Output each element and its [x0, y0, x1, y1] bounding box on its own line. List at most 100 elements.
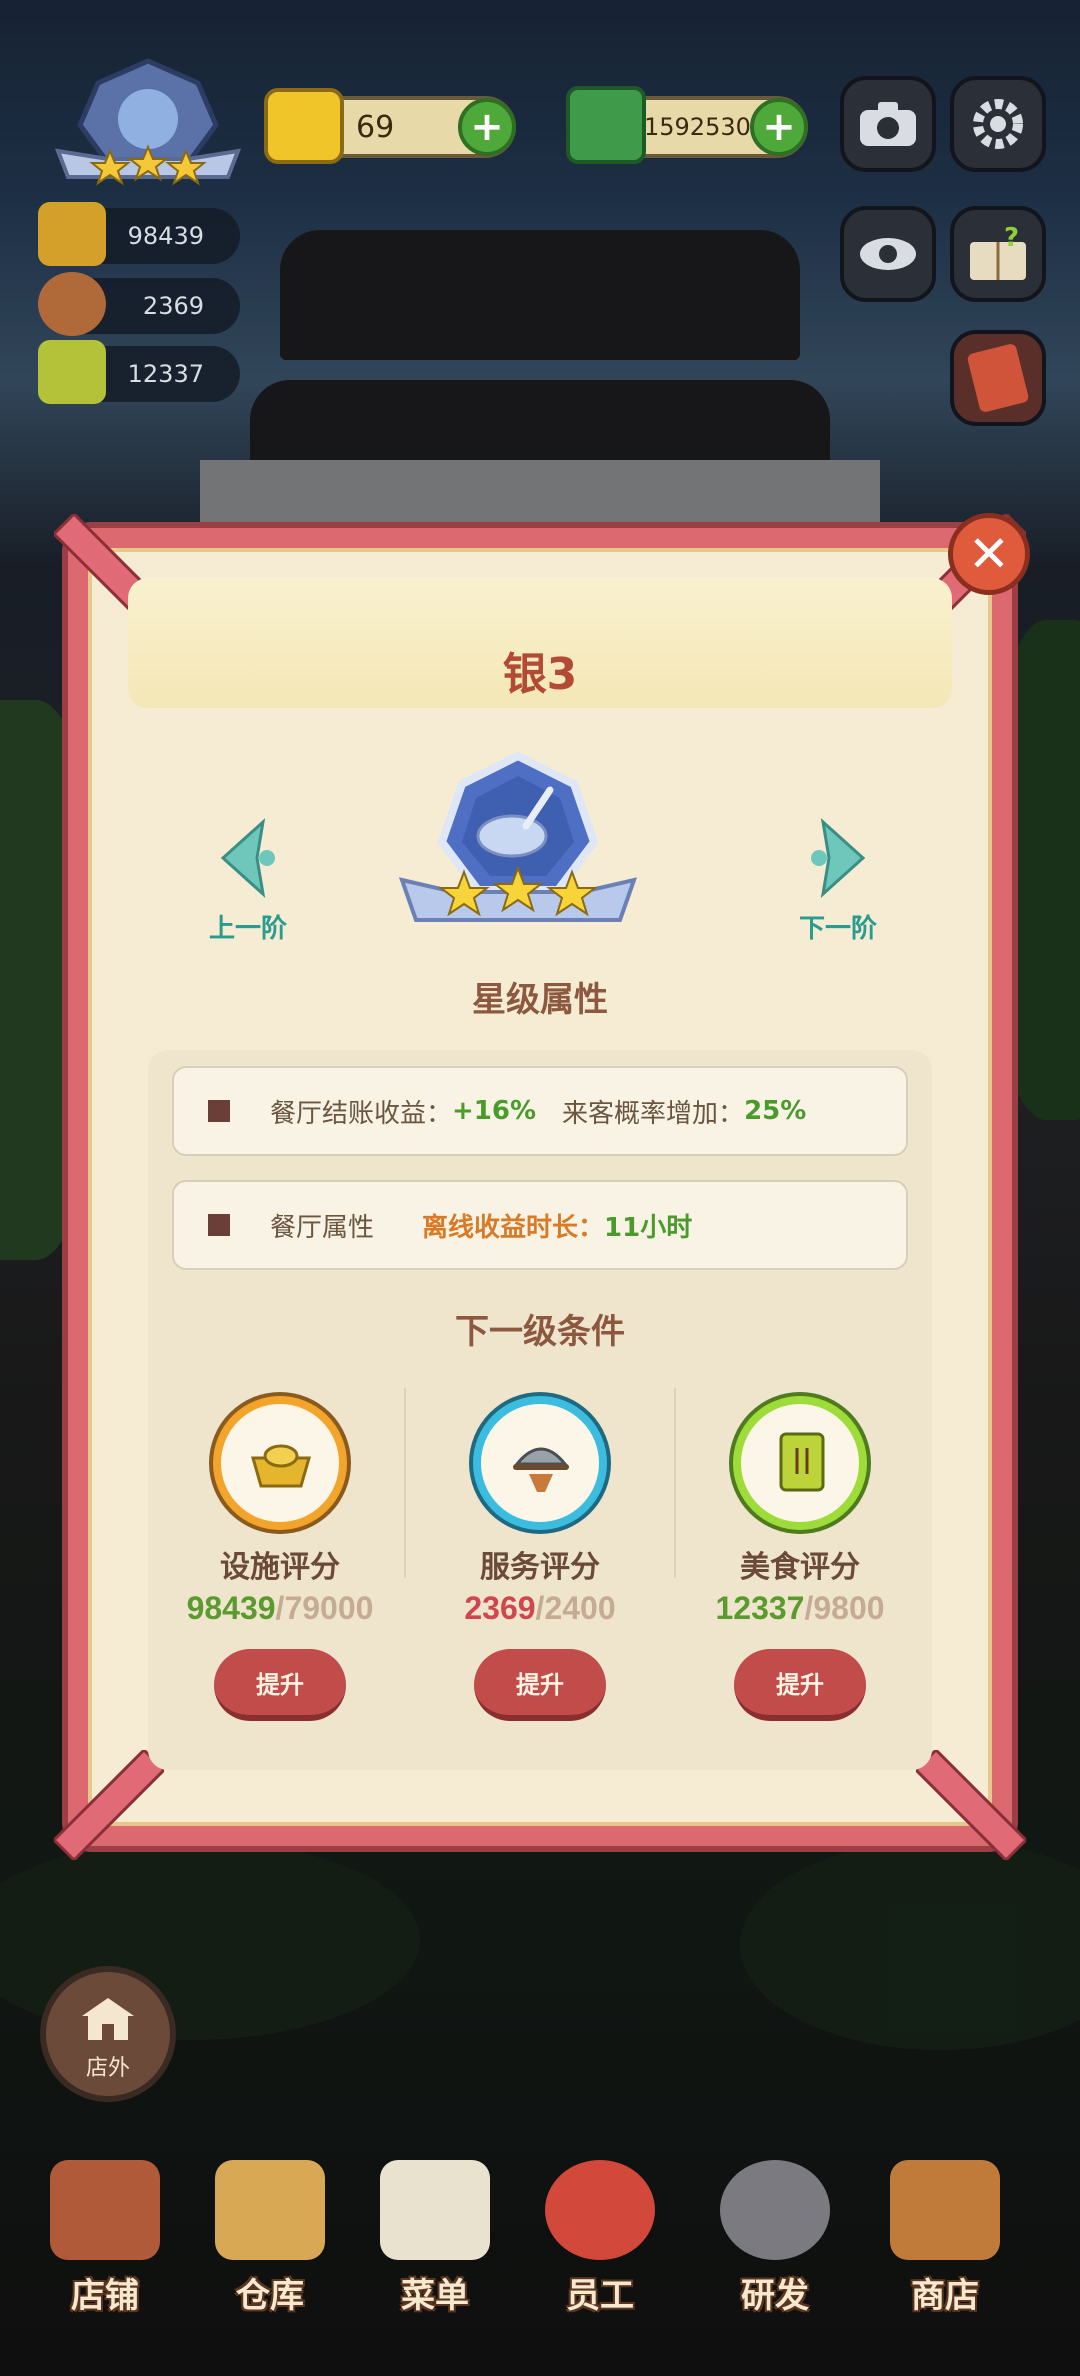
- arrow-left-icon: [220, 818, 275, 898]
- gold-ingot-icon: [251, 1444, 311, 1488]
- help-book-icon: ?: [970, 224, 1026, 280]
- house-icon: [82, 1998, 134, 2040]
- facility-score-value: 98439: [127, 222, 204, 250]
- nav-staff[interactable]: 员工: [525, 2160, 675, 2340]
- add-gems-button[interactable]: +: [458, 98, 516, 156]
- offline-duration-value: 11小时: [604, 1212, 693, 1243]
- upgrade-food-button[interactable]: 提升: [734, 1649, 866, 1721]
- clipboard-icon: [380, 2160, 490, 2260]
- facility-current: 98439: [186, 1590, 276, 1626]
- nav-shop-front[interactable]: 店铺: [30, 2160, 180, 2340]
- attribute-row-offline: 餐厅属性 离线收益时长： 11小时: [172, 1180, 908, 1270]
- food-progress: 12337/9800: [680, 1590, 920, 1627]
- nav-label: 菜单: [401, 2276, 469, 2316]
- visitor-chance-label: 来客概率增加：: [562, 1098, 745, 1129]
- nav-menu[interactable]: 菜单: [360, 2160, 510, 2340]
- food-ring: [733, 1396, 867, 1530]
- chef-avatar-icon: [545, 2160, 655, 2260]
- corner-ribbon: [916, 1750, 1026, 1860]
- nav-label: 员工: [566, 2276, 634, 2316]
- upgrade-service-button[interactable]: 提升: [474, 1649, 606, 1721]
- close-icon: ✕: [968, 525, 1010, 583]
- nav-warehouse[interactable]: 仓库: [195, 2160, 345, 2340]
- bullet-square: [208, 1100, 230, 1122]
- prev-rank-label: 上一阶: [208, 914, 287, 944]
- prev-rank-button[interactable]: 上一阶: [188, 818, 308, 945]
- column-divider: [674, 1388, 676, 1578]
- svg-text:?: ?: [1004, 224, 1019, 253]
- guide-button[interactable]: ?: [950, 206, 1046, 302]
- restaurant-rank-badge[interactable]: [48, 55, 248, 195]
- service-score-pill: 2369: [38, 272, 240, 336]
- facility-progress: 98439/79000: [160, 1590, 400, 1627]
- nav-research[interactable]: 研发: [700, 2160, 850, 2340]
- recipe-book-icon: [779, 1432, 825, 1492]
- close-button[interactable]: ✕: [948, 513, 1030, 595]
- food-score-pill: 12337: [38, 340, 240, 404]
- visitor-chance-value: 25%: [744, 1096, 807, 1126]
- outside-label: 店外: [85, 2056, 130, 2081]
- settings-button[interactable]: [950, 76, 1046, 172]
- cash-icon: [566, 86, 646, 164]
- storefront-icon: [50, 2160, 160, 2260]
- recipe-book-icon: [38, 340, 106, 404]
- rank-title: 银3: [502, 649, 578, 700]
- checkout-income-label: 餐厅结账收益：: [270, 1098, 453, 1129]
- eye-icon: [860, 238, 916, 270]
- corner-ribbon: [54, 1750, 164, 1860]
- nav-label: 商店: [911, 2276, 979, 2316]
- service-current: 2369: [464, 1590, 536, 1626]
- facility-target: /79000: [275, 1590, 374, 1626]
- service-progress: 2369/2400: [420, 1590, 660, 1627]
- silver-rank-emblem-icon: [398, 751, 638, 922]
- gem-value: 69: [356, 109, 395, 145]
- facility-ring: [213, 1396, 347, 1530]
- req-facility: 设施评分 98439/79000 提升: [160, 1396, 400, 1721]
- outside-view-button[interactable]: 店外: [40, 1966, 176, 2102]
- order-book-icon: [966, 342, 1030, 414]
- bullet-square: [208, 1214, 230, 1236]
- camera-button[interactable]: [840, 76, 936, 172]
- service-target: /2400: [535, 1590, 616, 1626]
- restaurant-attr-label: 餐厅属性: [270, 1212, 375, 1243]
- arrow-right-icon: [811, 818, 866, 898]
- order-book-button[interactable]: [950, 330, 1046, 426]
- food-score-label: 美食评分: [740, 1550, 860, 1585]
- cash-value: 15925303: [644, 113, 767, 141]
- service-score-label: 服务评分: [480, 1550, 600, 1585]
- cash-counter[interactable]: 15925303 +: [566, 86, 808, 164]
- req-food: 美食评分 12337/9800 提升: [680, 1396, 920, 1721]
- attribute-row-income: 餐厅结账收益： +16% 来客概率增加： 25%: [172, 1066, 908, 1156]
- gem-icon: [264, 88, 344, 164]
- facility-score-label: 设施评分: [220, 1550, 340, 1585]
- add-cash-button[interactable]: +: [750, 98, 808, 156]
- visibility-button[interactable]: [840, 206, 936, 302]
- nav-label: 店铺: [71, 2276, 139, 2316]
- wok-icon: [720, 2160, 830, 2260]
- star-attributes-heading: 星级属性: [472, 980, 608, 1020]
- checkout-income-value: +16%: [452, 1096, 537, 1126]
- cloche-icon: [38, 272, 106, 336]
- camera-icon: [860, 102, 916, 146]
- next-rank-label: 下一阶: [798, 914, 877, 944]
- gear-icon: [973, 99, 1023, 149]
- nav-label: 研发: [741, 2276, 809, 2316]
- facility-score-pill: 98439: [38, 202, 240, 266]
- food-score-value: 12337: [127, 360, 204, 388]
- nav-store[interactable]: 商店: [870, 2160, 1020, 2340]
- crate-icon: [215, 2160, 325, 2260]
- nav-label: 仓库: [236, 2276, 304, 2316]
- cloche-icon: [513, 1447, 569, 1492]
- food-current: 12337: [715, 1590, 805, 1626]
- gold-ingot-icon: [38, 202, 106, 266]
- offline-duration-label: 离线收益时长：: [422, 1212, 605, 1243]
- next-level-heading: 下一级条件: [455, 1312, 625, 1352]
- column-divider: [404, 1388, 406, 1578]
- next-rank-button[interactable]: 下一阶: [778, 818, 898, 945]
- service-ring: [473, 1396, 607, 1530]
- service-score-value: 2369: [142, 292, 204, 320]
- upgrade-facility-button[interactable]: 提升: [214, 1649, 346, 1721]
- food-target: /9800: [804, 1590, 885, 1626]
- gem-counter[interactable]: 69 +: [264, 88, 516, 164]
- rank-dialog: 银3 上一阶 下一阶 星级属性 餐厅结账收益： +16% 来客概率增加： 25%: [54, 514, 1026, 1860]
